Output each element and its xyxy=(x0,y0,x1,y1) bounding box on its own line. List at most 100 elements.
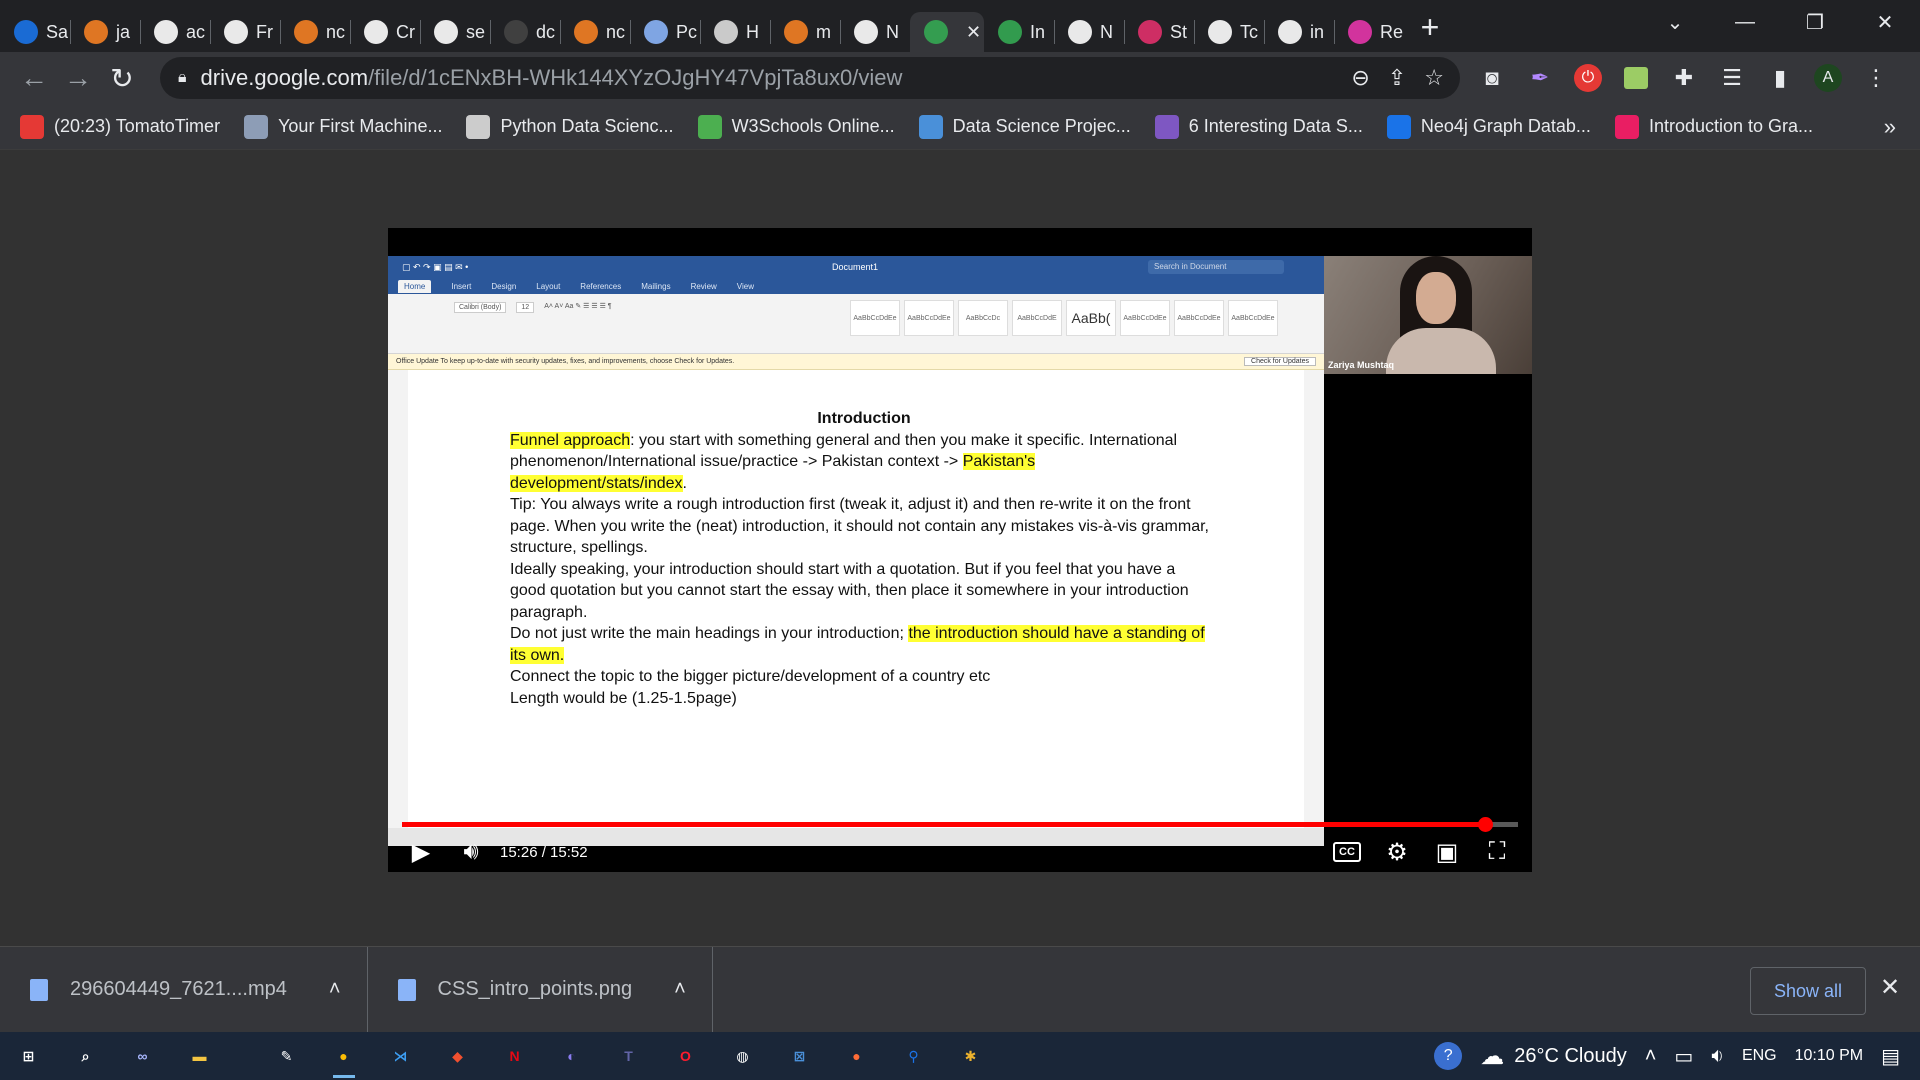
browser-tab[interactable]: dc xyxy=(490,12,560,52)
network-icon[interactable]: ▭ xyxy=(1674,1044,1693,1069)
forward-button[interactable]: → xyxy=(56,56,100,100)
help-icon[interactable]: ? xyxy=(1434,1042,1463,1070)
chrome-menu-icon[interactable]: ⋮ xyxy=(1852,56,1900,100)
browser-tab[interactable]: Pc xyxy=(630,12,700,52)
miniplayer-icon[interactable]: ▣ xyxy=(1422,832,1472,872)
address-bar[interactable]: 🔒︎ drive.google.com/file/d/1cENxBH-WHk14… xyxy=(160,57,1460,99)
video-player[interactable]: ▢ ↶ ↷ ▣ ▤ ✉ • Document1 Search in Docume… xyxy=(388,228,1532,872)
task-view-icon[interactable]: ∞ xyxy=(114,1032,171,1080)
speaker-icon[interactable]: 🔉︎ xyxy=(1711,1045,1724,1068)
download-options-chevron-icon[interactable]: ˄ xyxy=(329,978,341,1001)
browser-tab[interactable]: se xyxy=(420,12,490,52)
language-indicator[interactable]: ENG xyxy=(1742,1047,1777,1065)
browser-tab[interactable]: m xyxy=(770,12,840,52)
bookmark-item[interactable]: Neo4j Graph Datab... xyxy=(1386,114,1591,139)
word-style-swatch: AaBbCcDdEe xyxy=(850,300,900,336)
bookmark-item[interactable]: Python Data Scienc... xyxy=(466,114,674,139)
lock-icon[interactable]: 🔒︎ xyxy=(178,69,187,87)
green-extension-icon[interactable] xyxy=(1612,56,1660,100)
browser-tab[interactable]: St xyxy=(1124,12,1194,52)
bookmark-item[interactable]: Data Science Projec... xyxy=(918,114,1131,139)
captions-icon[interactable]: CC xyxy=(1322,832,1372,872)
share-icon[interactable]: ⇪ xyxy=(1388,65,1406,91)
browser-tab[interactable]: Cr xyxy=(350,12,420,52)
download-options-chevron-icon[interactable]: ˄ xyxy=(674,978,686,1001)
weather-widget[interactable]: ☁ 26°C Cloudy xyxy=(1480,1042,1627,1071)
close-tab-icon[interactable]: ✕ xyxy=(966,22,981,43)
start-icon[interactable]: ⊞ xyxy=(0,1032,57,1080)
browser-tab[interactable]: nc xyxy=(560,12,630,52)
back-button[interactable]: ← xyxy=(12,56,56,100)
browser-tab[interactable]: H xyxy=(700,12,770,52)
word-ribbon-tab: Mailings xyxy=(641,281,671,291)
side-panel-icon[interactable]: ▮ xyxy=(1756,56,1804,100)
browser-tab[interactable]: Re xyxy=(1334,12,1404,52)
show-all-button[interactable]: Show all xyxy=(1750,967,1866,1015)
tab-search-icon[interactable]: ⌄ xyxy=(1640,0,1710,44)
doc-paragraph-1: Funnel approach: you start with somethin… xyxy=(510,430,1210,495)
pen-extension-icon[interactable]: ✒ xyxy=(1516,56,1564,100)
zoom-icon[interactable]: ⊖ xyxy=(1351,65,1369,91)
bookmark-item[interactable]: Introduction to Gra... xyxy=(1614,114,1813,139)
browser-toolbar: ← → ↻ 🔒︎ drive.google.com/file/d/1cENxBH… xyxy=(0,52,1920,104)
app-icon[interactable]: ◍ xyxy=(714,1032,771,1080)
browser-tab[interactable]: Tc xyxy=(1194,12,1264,52)
browser-tab[interactable]: ✕ xyxy=(910,12,984,52)
browser-tab[interactable]: N xyxy=(840,12,910,52)
browser-tab[interactable]: N xyxy=(1054,12,1124,52)
minimize-button[interactable]: — xyxy=(1710,0,1780,44)
profile-avatar[interactable]: A xyxy=(1804,56,1852,100)
extensions-puzzle-icon[interactable]: ✚ xyxy=(1660,56,1708,100)
file-explorer-icon[interactable]: ▬ xyxy=(171,1032,228,1080)
video-scrubber-handle[interactable] xyxy=(1478,817,1494,832)
netflix-icon[interactable]: N xyxy=(486,1032,543,1080)
browser-tab[interactable]: In xyxy=(984,12,1054,52)
browser-tab[interactable]: nc xyxy=(280,12,350,52)
maps-icon[interactable]: ⚲ xyxy=(885,1032,942,1080)
download-item[interactable]: CSS_intro_points.png ˄ xyxy=(368,946,713,1033)
office-update-bar: Office Update To keep up-to-date with se… xyxy=(388,354,1324,370)
vscode-icon[interactable]: ⋊ xyxy=(372,1032,429,1080)
git-icon[interactable]: ◆ xyxy=(429,1032,486,1080)
reading-list-icon[interactable]: ☰ xyxy=(1708,56,1756,100)
browser-tab[interactable]: Fr xyxy=(210,12,280,52)
bookmark-star-icon[interactable]: ☆ xyxy=(1424,65,1444,91)
fullscreen-icon[interactable]: ⛶ xyxy=(1472,832,1522,872)
browser-tab[interactable]: in xyxy=(1264,12,1334,52)
ide-icon[interactable]: ⊠ xyxy=(771,1032,828,1080)
close-window-button[interactable]: ✕ xyxy=(1850,0,1920,44)
search-icon[interactable]: ⌕ xyxy=(57,1032,114,1080)
restore-button[interactable]: ❐ xyxy=(1780,0,1850,44)
clock[interactable]: 10:10 PM xyxy=(1795,1047,1863,1065)
power-extension-icon[interactable]: ⏻ xyxy=(1564,56,1612,100)
check-updates-button: Check for Updates xyxy=(1244,357,1316,366)
browser-tab[interactable]: ac xyxy=(140,12,210,52)
browser-tab[interactable]: ja xyxy=(70,12,140,52)
tab-title: Fr xyxy=(256,21,273,42)
browser-tab[interactable]: Sa xyxy=(0,12,70,52)
new-tab-button[interactable]: + xyxy=(1410,7,1450,47)
bookmark-item[interactable]: W3Schools Online... xyxy=(697,114,895,139)
close-shelf-icon[interactable]: ✕ xyxy=(1880,973,1900,1002)
postman-icon[interactable]: ● xyxy=(828,1032,885,1080)
bookmark-item[interactable]: Your First Machine... xyxy=(244,114,442,139)
reload-button[interactable]: ↻ xyxy=(100,56,144,100)
bookmark-item[interactable]: (20:23) TomatoTimer xyxy=(20,114,220,139)
notepad-icon[interactable]: ✎ xyxy=(258,1032,315,1080)
play-icon[interactable]: ▶ xyxy=(396,832,446,872)
url-text[interactable]: drive.google.com/file/d/1cENxBH-WHk144XY… xyxy=(201,65,903,91)
settings-gear-icon[interactable]: ⚙ xyxy=(1372,832,1422,872)
tray-chevron-icon[interactable]: ˄ xyxy=(1645,1045,1657,1068)
bookmark-item[interactable]: 6 Interesting Data S... xyxy=(1154,114,1363,139)
eclipse-icon[interactable]: ◐ xyxy=(543,1032,600,1080)
notifications-icon[interactable]: ▤ xyxy=(1881,1044,1900,1069)
chrome-icon[interactable]: ● xyxy=(315,1032,372,1080)
volume-icon[interactable]: 🔊︎ xyxy=(446,832,496,872)
teams-icon[interactable]: T xyxy=(600,1032,657,1080)
bookmarks-overflow-icon[interactable]: » xyxy=(1884,114,1896,140)
download-item[interactable]: 296604449_7621....mp4 ˄ xyxy=(0,946,368,1033)
camera-extension-icon[interactable]: ◙ xyxy=(1468,56,1516,100)
opera-icon[interactable]: O xyxy=(657,1032,714,1080)
video-progress-bar[interactable] xyxy=(402,817,1518,832)
slack-icon[interactable]: ✱ xyxy=(942,1032,999,1080)
